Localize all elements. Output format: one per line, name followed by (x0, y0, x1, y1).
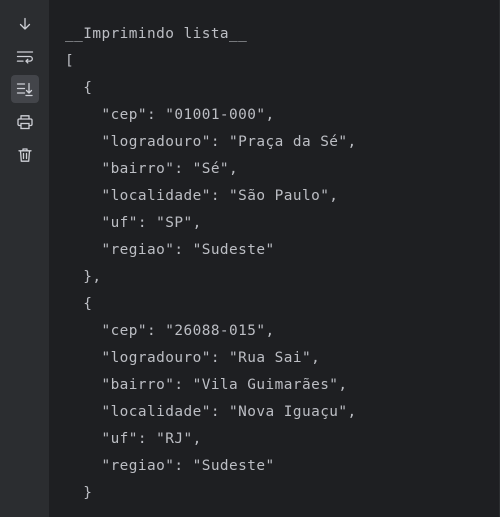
console-toolbar (0, 0, 50, 517)
console-line: "cep": "01001-000", (65, 107, 275, 123)
console-line: { (65, 296, 93, 312)
console-line: "bairro": "Vila Guimarães", (65, 377, 348, 393)
console-line: "logradouro": "Praça da Sé", (65, 134, 357, 150)
console-line: } (65, 485, 93, 501)
trash-icon (18, 148, 32, 162)
console-line: "cep": "26088-015", (65, 323, 275, 339)
soft-wrap-button[interactable] (11, 43, 39, 71)
console-line: "uf": "RJ", (65, 431, 202, 447)
console-line: "uf": "SP", (65, 215, 202, 231)
console-line: [ (65, 53, 75, 69)
console-line: "logradouro": "Rua Sai", (65, 350, 321, 366)
console-line: "regiao": "Sudeste" (65, 458, 275, 474)
console-line: "localidade": "São Paulo", (65, 188, 339, 204)
console-line: "localidade": "Nova Iguaçu", (65, 404, 357, 420)
print-button[interactable] (11, 108, 39, 136)
scroll-down-icon (19, 17, 31, 30)
console-line: "regiao": "Sudeste" (65, 242, 275, 258)
console-line: __Imprimindo lista__ (65, 26, 248, 42)
print-icon (17, 115, 33, 130)
scroll-to-end-icon (16, 82, 33, 97)
soft-wrap-icon (16, 51, 34, 64)
console-lines: __Imprimindo lista__ [ { "cep": "01001-0… (65, 24, 357, 510)
console-line: { (65, 80, 93, 96)
clear-all-button[interactable] (11, 141, 39, 169)
console-line: }, (65, 269, 102, 285)
scroll-down-button[interactable] (11, 10, 39, 38)
scroll-to-end-button[interactable] (11, 75, 39, 103)
run-console-window: __Imprimindo lista__ [ { "cep": "01001-0… (0, 0, 500, 517)
console-line: "bairro": "Sé", (65, 161, 239, 177)
console-output[interactable]: __Imprimindo lista__ [ { "cep": "01001-0… (50, 0, 500, 517)
